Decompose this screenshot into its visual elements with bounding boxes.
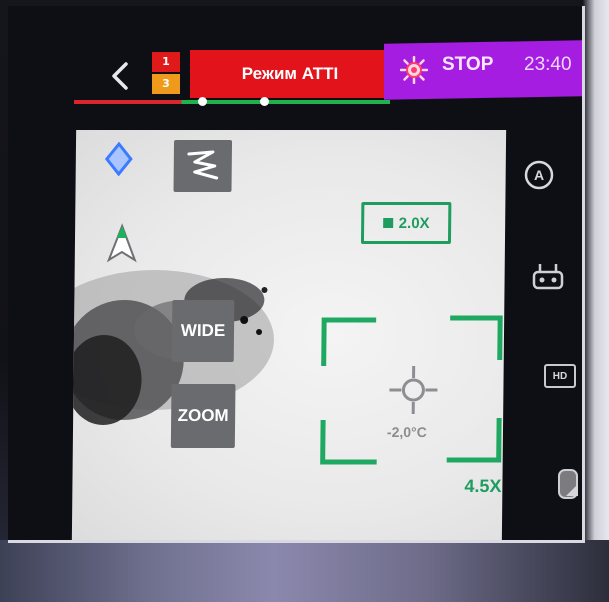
status-progress-track [74, 97, 390, 106]
zoom-lens-button[interactable]: ZOOM [170, 384, 236, 448]
controller-screen: 1 3 Режим ATTI STOP 23:40 WIDE ZOOM 2.0X… [8, 6, 585, 543]
zoom-level-label: 2.0X [398, 214, 430, 232]
signal-bottom-value: 3 [152, 74, 180, 94]
signal-top-value: 1 [152, 52, 180, 72]
camera-feed[interactable]: WIDE ZOOM 2.0X -2,0°C 4.5X [71, 130, 507, 540]
flight-mode-banner: Режим ATTI [190, 50, 390, 98]
wide-lens-button[interactable]: WIDE [171, 300, 235, 362]
device-edge-glare [583, 0, 609, 602]
signal-level-badge: 1 3 [152, 52, 180, 96]
shutter-icon[interactable] [556, 466, 582, 502]
chevron-left-icon [112, 62, 128, 90]
camera-auto-icon[interactable]: A [522, 158, 556, 192]
background-blur-band [0, 540, 609, 602]
crosshair-icon [389, 366, 438, 414]
stop-button[interactable]: STOP [442, 54, 493, 76]
gesture-mode-icon [187, 150, 219, 180]
zoom-dot-icon [382, 218, 393, 228]
video-quality-badge[interactable]: HD [544, 364, 576, 388]
zoom-factor-readout: 4.5X [464, 476, 502, 496]
remote-controller-icon[interactable] [530, 260, 566, 296]
hd-label: HD [552, 370, 568, 382]
clock-time: 23:40 [524, 54, 572, 75]
gesture-mode-button[interactable] [173, 140, 233, 192]
zoom-level-indicator[interactable]: 2.0X [360, 202, 452, 244]
top-status-bar: 1 3 Режим ATTI STOP 23:40 [8, 40, 582, 106]
svg-text:A: A [534, 167, 544, 183]
device-photo-frame: 1 3 Режим ATTI STOP 23:40 WIDE ZOOM 2.0X… [0, 0, 609, 602]
progress-marker [198, 97, 207, 106]
back-button[interactable] [100, 56, 140, 96]
home-point-icon [104, 142, 133, 176]
progress-marker [260, 97, 269, 106]
rotor-stop-icon[interactable] [400, 56, 428, 84]
flight-mode-label: Режим ATTI [241, 64, 339, 83]
temperature-readout: -2,0°C [386, 424, 427, 440]
aircraft-heading-icon [106, 223, 137, 263]
